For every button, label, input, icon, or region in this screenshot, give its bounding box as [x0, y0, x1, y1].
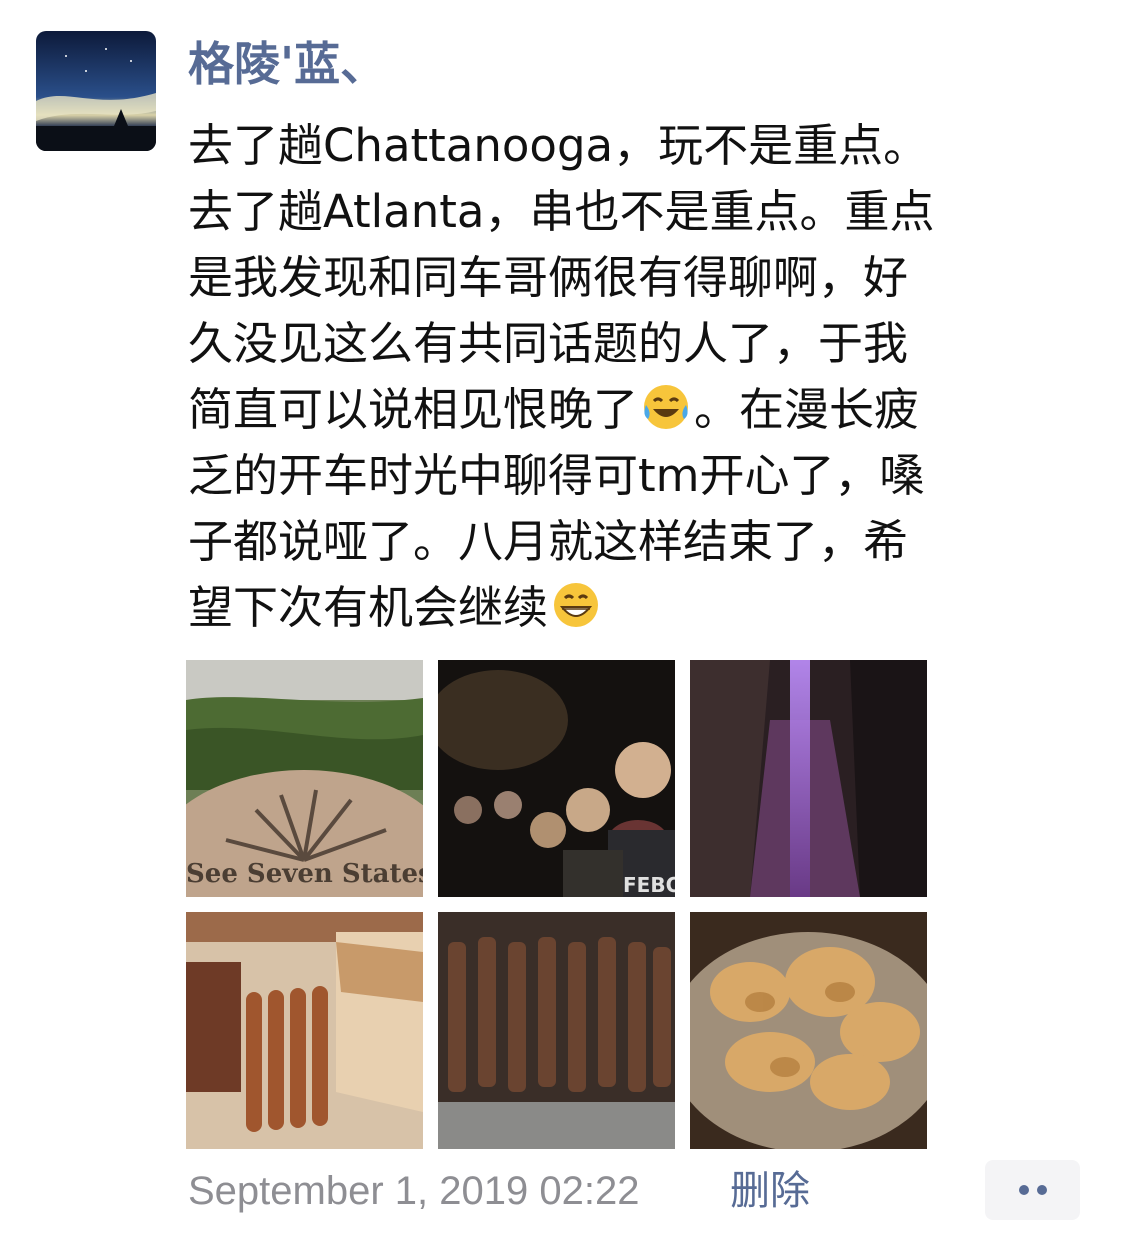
- photo-caption: See Seven States: [186, 859, 423, 889]
- grinning-emoji: [554, 583, 599, 627]
- tears-of-joy-emoji: [644, 385, 689, 429]
- photo-skewers-lamb[interactable]: [438, 912, 675, 1149]
- avatar[interactable]: [36, 31, 156, 151]
- photo-see-seven-states[interactable]: See Seven States: [186, 660, 423, 897]
- post-line: 简直可以说相见恨晚了 。在漫长疲: [188, 377, 1093, 443]
- delete-button[interactable]: 删除: [730, 1164, 810, 1218]
- avatar-image: [36, 31, 156, 151]
- post-line: 望下次有机会继续: [188, 575, 1093, 641]
- more-button[interactable]: [985, 1160, 1080, 1220]
- photo-cave-group-selfie[interactable]: FEBO: [438, 660, 675, 897]
- post-line-segment: 简直可以说相见恨晚了: [188, 383, 639, 436]
- post-line: 去了趟Chattanooga，玩不是重点。: [188, 119, 929, 172]
- post-line: 是我发现和同车哥俩很有得聊啊，好: [188, 251, 909, 304]
- post-timestamp: September 1, 2019 02:22: [188, 1169, 640, 1213]
- photo-caption: FEBO: [623, 873, 675, 897]
- photo-skewers-chicken[interactable]: [690, 912, 927, 1149]
- post-line: 子都说哑了。八月就这样结束了，希: [188, 515, 909, 568]
- post-line-segment: 。在漫长疲: [694, 383, 920, 436]
- post-line-segment: 望下次有机会继续: [188, 581, 549, 634]
- post-text: 去了趟Chattanooga，玩不是重点。 去了趟Atlanta，串也不是重点。…: [188, 113, 1093, 641]
- more-dots-icon: [1018, 1185, 1029, 1195]
- photo-skewers-sausage[interactable]: [186, 912, 423, 1149]
- more-dots-icon: [1036, 1185, 1047, 1195]
- photo-purple-waterfall[interactable]: [690, 660, 927, 897]
- post-line: 去了趟Atlanta，串也不是重点。重点: [188, 185, 935, 238]
- post-line: 乏的开车时光中聊得可tm开心了，嗓: [188, 449, 925, 502]
- author-name[interactable]: 格陵'蓝、: [188, 32, 386, 96]
- post-line: 久没见这么有共同话题的人了，于我: [188, 317, 909, 370]
